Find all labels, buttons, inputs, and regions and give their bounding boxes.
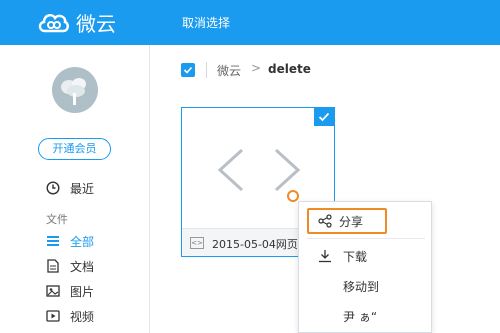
sidebar-item-label: 视频 [70, 309, 95, 324]
logo[interactable]: 微云 [36, 6, 146, 38]
sidebar-item-label: 文档 [70, 259, 95, 274]
breadcrumb-home[interactable]: 微云 [217, 62, 241, 79]
sidebar-item-recent[interactable]: 最近 [46, 179, 94, 197]
menu-item-label: 分享 [339, 214, 364, 229]
sidebar-item-documents[interactable]: 文档 [46, 257, 94, 275]
open-vip-button[interactable]: 开通会员 [38, 138, 111, 160]
context-menu: 分享 下载 移动到 尹 ぁ“ [298, 201, 432, 333]
brand-name: 微云 [76, 11, 116, 36]
html-file-icon: <> [190, 237, 204, 249]
menu-item-label: 下载 [343, 249, 368, 264]
breadcrumb-current: delete [268, 62, 311, 76]
file-selected-checkbox[interactable] [314, 108, 334, 126]
breadcrumb-divider [206, 62, 207, 78]
select-all-checkbox[interactable] [181, 63, 195, 77]
sidebar-item-label: 最近 [70, 181, 95, 196]
menu-item-partial[interactable]: 尹 ぁ“ [299, 302, 431, 330]
menu-item-download[interactable]: 下载 [299, 242, 431, 270]
share-icon [317, 213, 333, 229]
cancel-select-button[interactable]: 取消选择 [182, 14, 230, 31]
menu-item-share[interactable]: 分享 [307, 208, 387, 234]
video-icon [46, 309, 60, 323]
sidebar-item-videos[interactable]: 视频 [46, 307, 94, 325]
document-icon [46, 259, 60, 273]
sidebar-item-label: 全部 [70, 234, 95, 249]
breadcrumb-separator: > [251, 61, 262, 75]
avatar[interactable] [52, 67, 98, 113]
menu-item-label: 移动到 [343, 279, 380, 294]
image-icon [46, 284, 60, 298]
sidebar-item-images[interactable]: 图片 [46, 282, 94, 300]
check-icon [318, 112, 330, 122]
sidebar-item-label: 图片 [70, 284, 95, 299]
menu-item-move-to[interactable]: 移动到 [299, 272, 431, 300]
download-icon [317, 248, 333, 264]
avatar-image-icon [52, 67, 98, 113]
menu-item-label: 尹 ぁ“ [343, 309, 378, 324]
top-bar: 微云 取消选择 [0, 0, 500, 45]
check-icon [183, 66, 193, 74]
clock-icon [46, 181, 60, 195]
sidebar-item-all[interactable]: 全部 [46, 232, 94, 250]
all-files-icon [46, 234, 60, 248]
sidebar: 开通会员 最近 文件 全部 文档 图片 视频 [0, 45, 150, 333]
section-label-files: 文件 [46, 213, 68, 226]
menu-divider [307, 238, 425, 239]
cloud-logo-icon [38, 13, 69, 33]
